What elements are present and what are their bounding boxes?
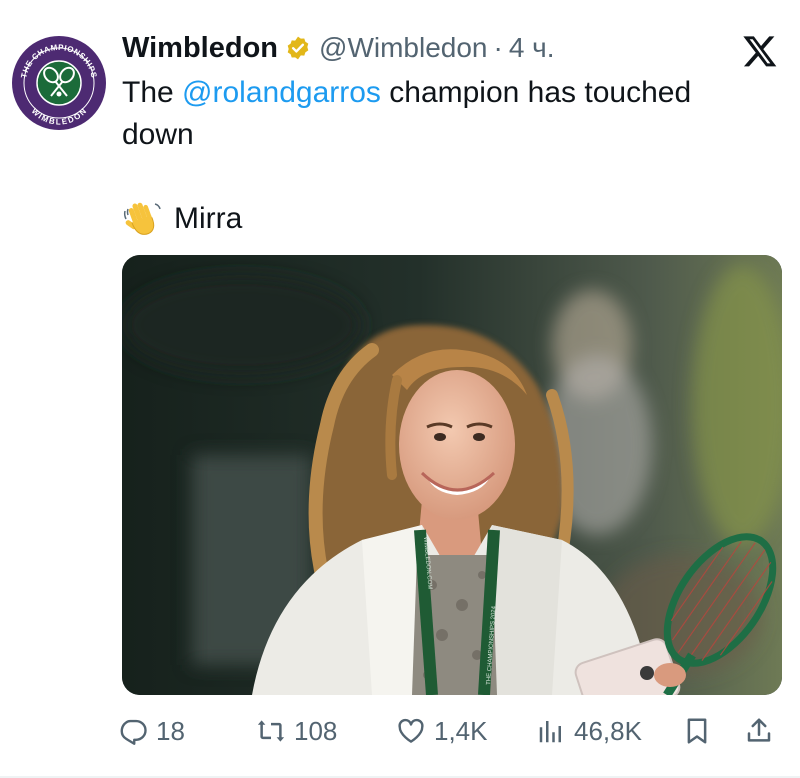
x-logo-icon[interactable] bbox=[742, 33, 778, 69]
post-actions: 18 108 1,4K 46,8K bbox=[118, 707, 788, 755]
post-header: Wimbledon @Wimbledon · 4 ч. bbox=[122, 28, 555, 68]
mirra-text: Mirra bbox=[174, 202, 243, 235]
reply-count: 18 bbox=[156, 715, 185, 746]
separator-dot: · bbox=[493, 32, 503, 63]
repost-button[interactable]: 108 bbox=[256, 707, 337, 755]
post-text-prefix: The bbox=[122, 76, 183, 109]
bookmark-button[interactable] bbox=[682, 707, 712, 755]
post-photo[interactable]: WIMBLEDON.COM THE CHAMPIONSHIPS 2024 bbox=[122, 255, 782, 695]
share-icon bbox=[747, 718, 771, 742]
mention-link[interactable]: @rolandgarros bbox=[182, 76, 381, 109]
bookmark-icon bbox=[687, 718, 707, 744]
repost-icon bbox=[257, 720, 285, 742]
share-button[interactable] bbox=[744, 707, 774, 755]
post-text-line-2: Mirra bbox=[122, 198, 242, 240]
author-avatar[interactable]: THE CHAMPIONSHIPS WIMBLEDON bbox=[12, 36, 106, 130]
like-icon bbox=[398, 718, 424, 743]
views-button[interactable]: 46,8K bbox=[536, 707, 642, 755]
views-count: 46,8K bbox=[574, 715, 642, 746]
reply-button[interactable]: 18 bbox=[118, 707, 185, 755]
author-name[interactable]: Wimbledon bbox=[122, 32, 278, 65]
photo-illustration: WIMBLEDON.COM THE CHAMPIONSHIPS 2024 bbox=[122, 255, 782, 695]
post-time[interactable]: 4 ч. bbox=[509, 32, 555, 64]
author-handle[interactable]: @Wimbledon bbox=[319, 32, 487, 64]
verified-badge-icon[interactable] bbox=[285, 35, 311, 61]
wimbledon-logo: THE CHAMPIONSHIPS WIMBLEDON bbox=[13, 37, 105, 129]
like-button[interactable]: 1,4K bbox=[396, 707, 488, 755]
like-count: 1,4K bbox=[434, 715, 488, 746]
post-text: The @rolandgarros champion has touched d… bbox=[122, 72, 762, 156]
views-icon bbox=[539, 721, 561, 743]
waving-hand-icon bbox=[123, 202, 161, 235]
reply-icon bbox=[120, 719, 147, 745]
repost-count: 108 bbox=[294, 715, 338, 746]
